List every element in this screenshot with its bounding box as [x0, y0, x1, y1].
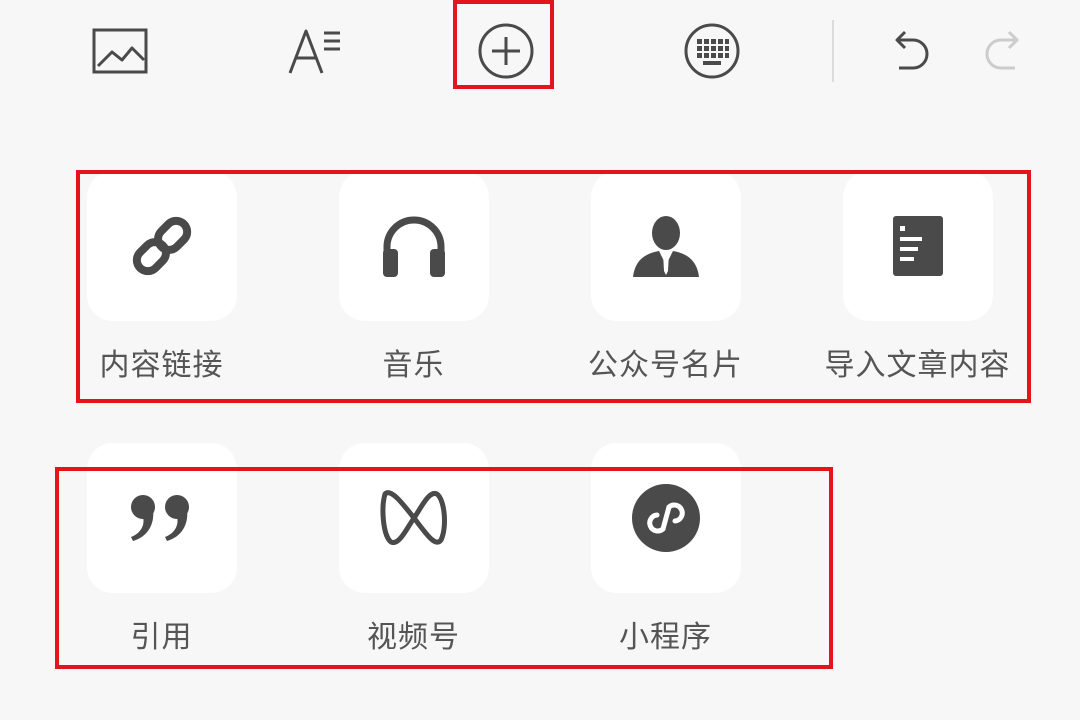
highlight-box-insert — [453, 0, 554, 89]
toolbar-divider — [832, 20, 834, 82]
undo-button[interactable] — [868, 14, 948, 88]
redo-icon — [985, 30, 1019, 70]
keyboard-button[interactable] — [672, 14, 752, 88]
image-icon — [92, 28, 148, 74]
redo-button[interactable] — [966, 14, 1046, 88]
image-button[interactable] — [80, 14, 160, 88]
highlight-box-row-2 — [55, 467, 833, 669]
highlight-box-row-1 — [76, 170, 1031, 403]
undo-icon — [895, 30, 929, 70]
text-format-button[interactable] — [276, 14, 356, 88]
keyboard-icon — [684, 23, 740, 79]
text-format-icon — [288, 29, 340, 74]
